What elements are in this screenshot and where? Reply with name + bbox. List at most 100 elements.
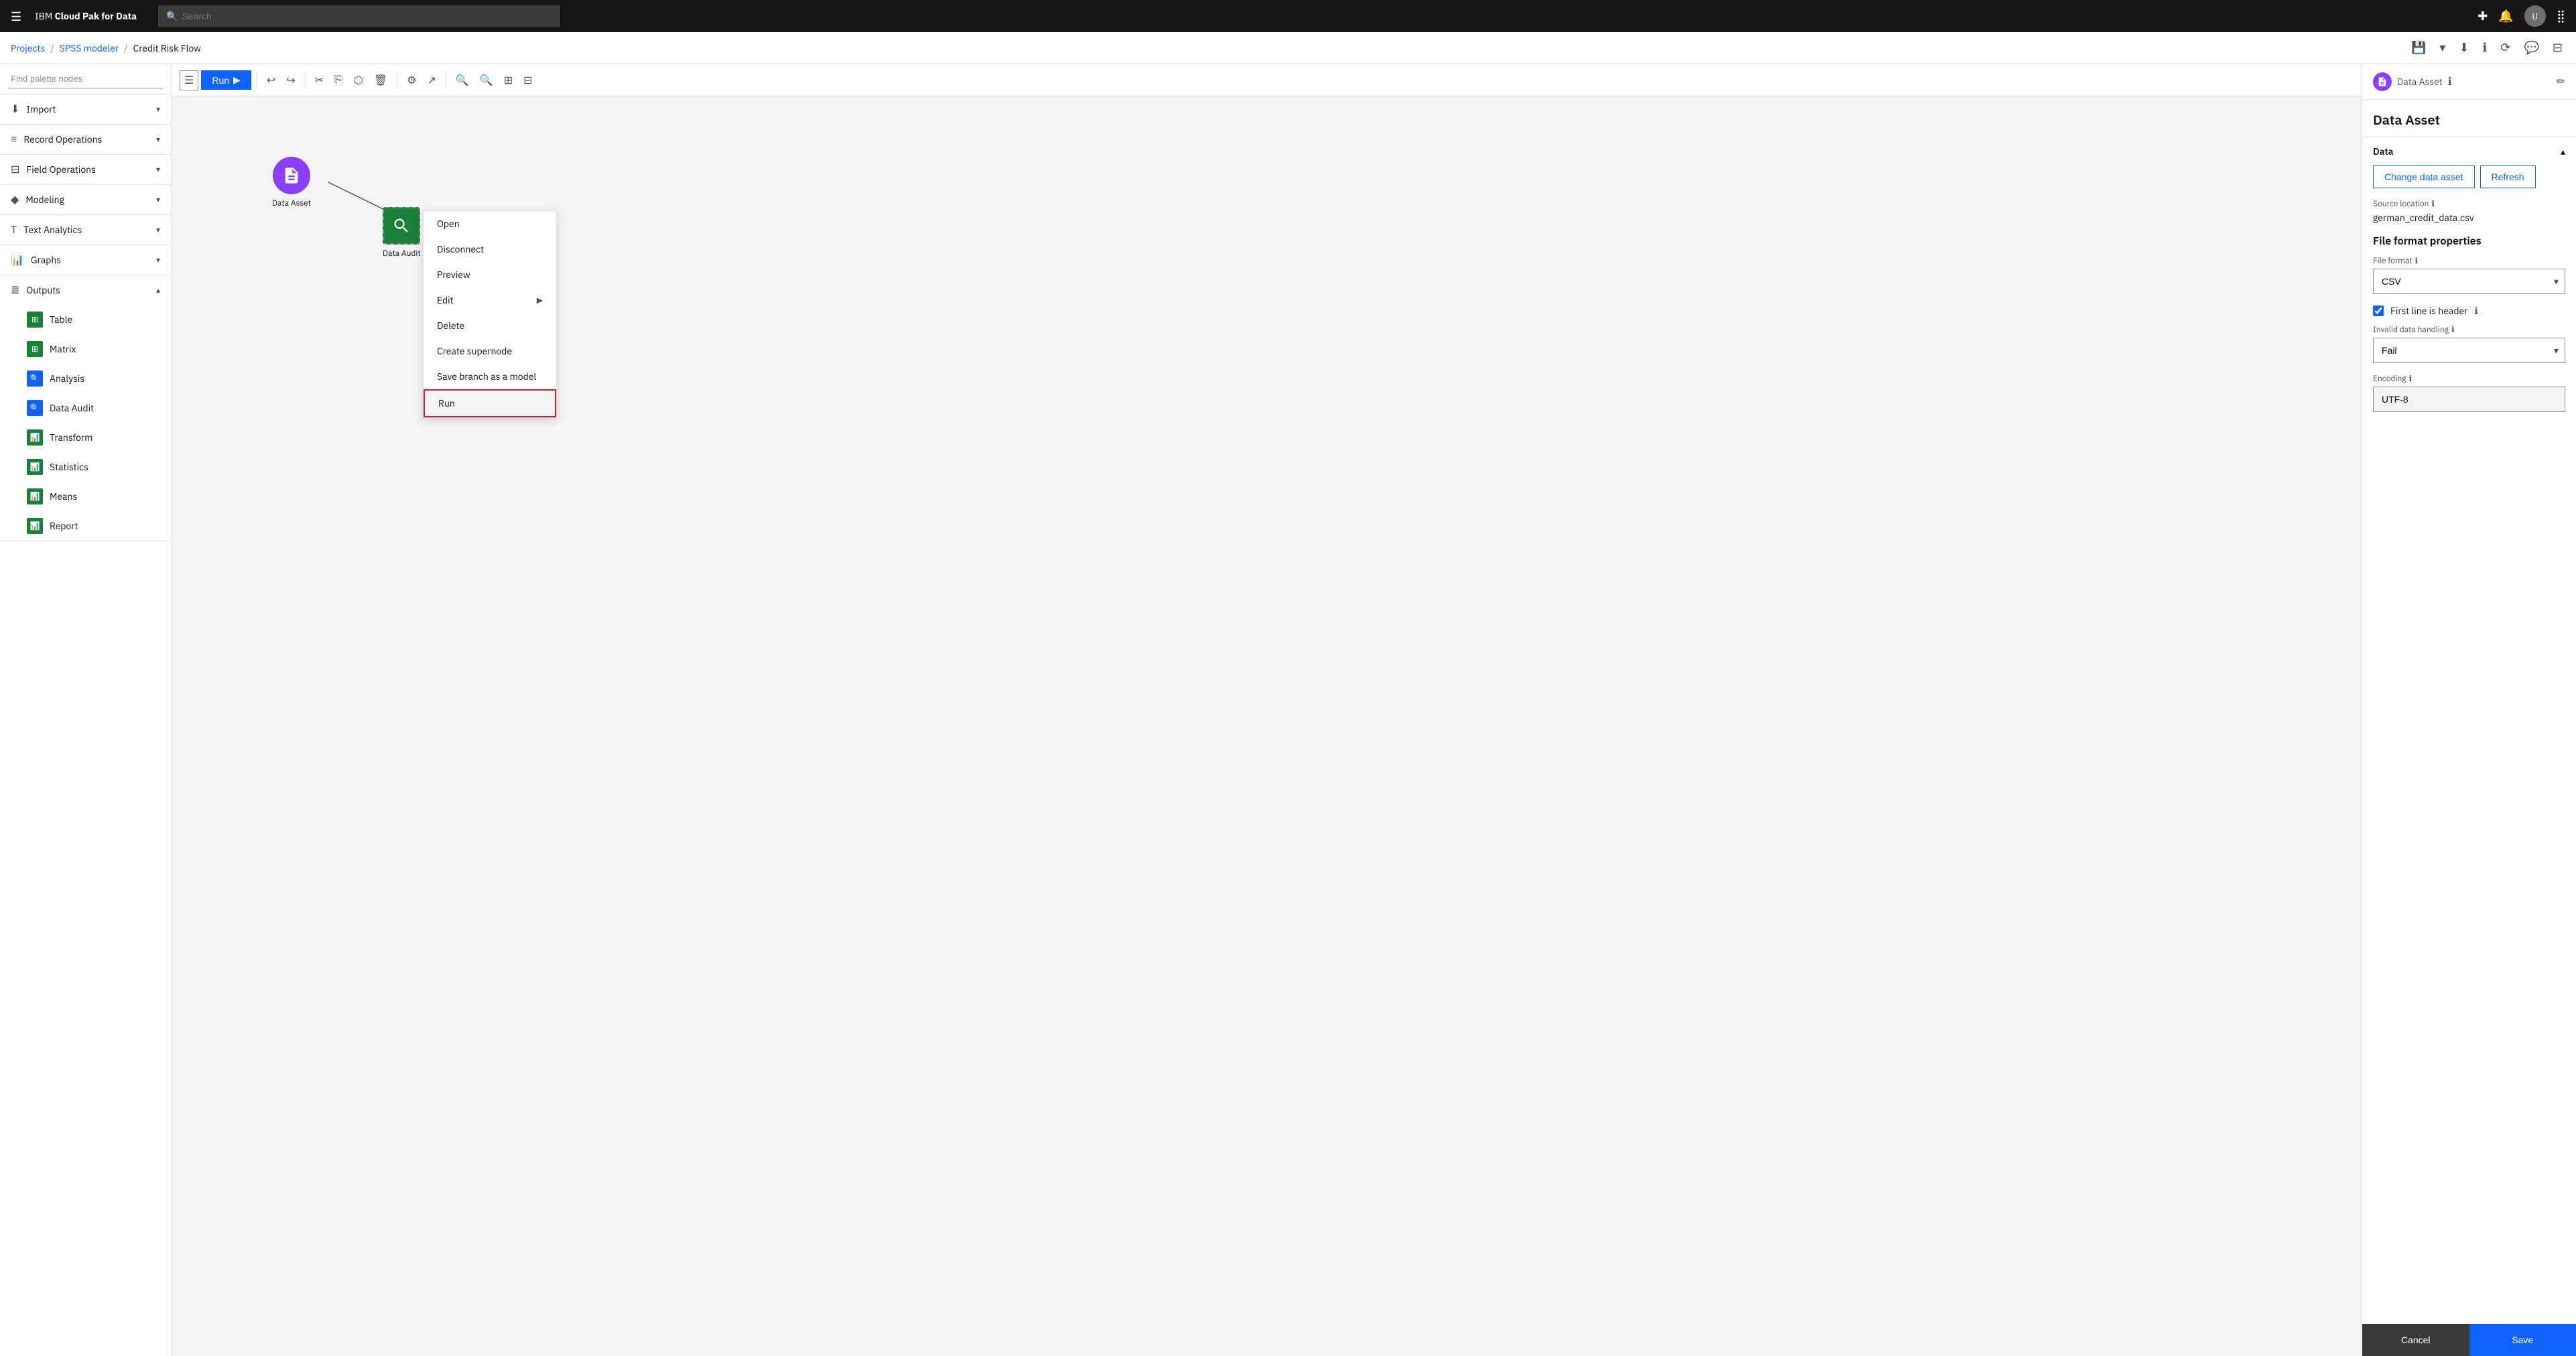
sidebar-section-outputs-header[interactable]: ≣ Outputs ▴	[0, 275, 171, 305]
sidebar-section-field-ops-label: Field Operations	[26, 163, 96, 176]
panel-footer: Cancel Save	[2362, 1324, 2576, 1356]
context-menu-edit[interactable]: Edit ▶	[424, 287, 556, 313]
data-audit-node-label: Data Audit	[383, 249, 421, 259]
refresh-button[interactable]: Refresh	[2480, 165, 2536, 188]
sidebar-section-import-header[interactable]: ⬇ Import ▾	[0, 94, 171, 124]
paste-button[interactable]: ⬡	[350, 70, 367, 91]
encoding-info-icon[interactable]: ℹ	[2409, 374, 2412, 384]
top-navigation: ☰ IBM Cloud Pak for Data 🔍 ✚ 🔔 U ⣿	[0, 0, 2576, 32]
context-menu-save-branch[interactable]: Save branch as a model	[424, 364, 556, 389]
canvas-node-data-audit[interactable]: Data Audit	[383, 207, 421, 259]
cut-button[interactable]: ✂	[311, 70, 328, 91]
panel-info-icon[interactable]: ℹ	[2448, 75, 2452, 88]
sidebar-section-modeling-header[interactable]: ◆ Modeling ▾	[0, 185, 171, 214]
save-button[interactable]: Save	[2469, 1324, 2576, 1356]
first-line-header-label: First line is header	[2390, 305, 2467, 317]
source-location-label: Source location ℹ	[2373, 199, 2565, 209]
context-menu-delete[interactable]: Delete	[424, 313, 556, 338]
panel-title-text: Data Asset	[2397, 76, 2443, 88]
download-icon[interactable]: ⬇	[2456, 38, 2471, 58]
change-data-asset-button[interactable]: Change data asset	[2373, 165, 2475, 188]
delete-button[interactable]: 🗑	[370, 70, 391, 91]
context-menu: Open Disconnect Preview Edit ▶ Delete Cr…	[423, 210, 557, 418]
add-icon[interactable]: ✚	[2477, 9, 2488, 23]
notification-icon[interactable]: 🔔	[2498, 9, 2513, 23]
copy-button[interactable]: ⎘	[330, 70, 347, 90]
sidebar-item-transform[interactable]: 📊 Transform	[0, 423, 171, 452]
hamburger-icon[interactable]: ☰	[11, 9, 21, 24]
breadcrumb-projects[interactable]: Projects	[11, 42, 45, 54]
context-menu-preview[interactable]: Preview	[424, 262, 556, 287]
search-input[interactable]	[182, 11, 553, 21]
breadcrumb-spss[interactable]: SPSS modeler	[60, 42, 119, 54]
sidebar-item-report[interactable]: 📊 Report	[0, 511, 171, 541]
first-line-header-checkbox[interactable]	[2373, 306, 2384, 316]
sidebar-item-analysis[interactable]: 🔍 Analysis	[0, 364, 171, 393]
file-format-select[interactable]: CSV TSV JSON Parquet	[2373, 269, 2565, 294]
sidebar-toggle-button[interactable]: ☰	[180, 70, 198, 90]
sidebar-item-table[interactable]: ⊞ Table	[0, 305, 171, 334]
save-version-icon[interactable]: 💾	[2408, 38, 2429, 58]
zoom-out-button[interactable]: 🔍	[476, 70, 497, 91]
sidebar-section-field-operations: ⊟ Field Operations ▾	[0, 155, 171, 185]
context-menu-open[interactable]: Open	[424, 211, 556, 236]
chevron-outputs-icon: ▴	[156, 285, 160, 295]
sidebar-item-data-audit[interactable]: 🔍 Data Audit	[0, 393, 171, 423]
panel-section-data-label: Data	[2373, 145, 2393, 157]
sidebar-item-statistics[interactable]: 📊 Statistics	[0, 452, 171, 482]
run-button[interactable]: Run ▶	[201, 70, 251, 90]
avatar[interactable]: U	[2524, 5, 2546, 27]
sidebar-item-matrix[interactable]: ⊞ Matrix	[0, 334, 171, 364]
cancel-button[interactable]: Cancel	[2362, 1324, 2469, 1356]
panel-main-title: Data Asset	[2373, 111, 2565, 129]
sidebar-section-text-analytics-label: Text Analytics	[23, 224, 82, 236]
chevron-graphs-icon: ▾	[156, 255, 160, 265]
first-line-header-info-icon[interactable]: ℹ	[2474, 305, 2477, 317]
zoom-in-button[interactable]: 🔍	[452, 70, 473, 91]
link-button[interactable]: ↗	[423, 70, 440, 91]
settings-button[interactable]: ⚙	[403, 70, 420, 91]
collapse-button[interactable]: ⊟	[519, 70, 536, 91]
sidebar-section-graphs-header[interactable]: 📊 Graphs ▾	[0, 245, 171, 275]
redo-button[interactable]: ↪	[282, 70, 299, 91]
sidebar-section-record-ops-header[interactable]: ≡ Record Operations ▾	[0, 125, 171, 154]
canvas-node-data-asset[interactable]: Data Asset	[272, 157, 311, 208]
compare-icon[interactable]: ⊟	[2550, 38, 2565, 58]
encoding-input[interactable]	[2373, 387, 2565, 412]
history-icon[interactable]: ⟳	[2498, 38, 2513, 58]
file-format-info-icon[interactable]: ℹ	[2414, 256, 2418, 266]
invalid-data-handling-info-icon[interactable]: ℹ	[2451, 325, 2455, 335]
context-menu-disconnect[interactable]: Disconnect	[424, 236, 556, 262]
matrix-item-icon: ⊞	[27, 341, 43, 357]
analysis-item-icon: 🔍	[27, 370, 43, 387]
text-analytics-icon: T	[11, 223, 17, 236]
report-item-icon: 📊	[27, 518, 43, 534]
panel-section-data-header[interactable]: Data ▴	[2362, 137, 2576, 165]
context-menu-create-supernode[interactable]: Create supernode	[424, 338, 556, 364]
panel-edit-icon[interactable]: ✏	[2557, 75, 2565, 88]
context-menu-create-supernode-label: Create supernode	[437, 345, 512, 357]
context-menu-run[interactable]: Run	[424, 389, 556, 417]
grid-icon[interactable]: ⣿	[2557, 9, 2565, 23]
chevron-down-icon[interactable]: ▾	[2437, 38, 2448, 58]
field-ops-icon: ⊟	[11, 163, 19, 176]
sidebar-section-field-ops-header[interactable]: ⊟ Field Operations ▾	[0, 155, 171, 184]
context-menu-edit-label: Edit	[437, 294, 454, 306]
modeling-icon: ◆	[11, 193, 19, 206]
undo-button[interactable]: ↩	[263, 70, 279, 91]
source-location-info-icon[interactable]: ℹ	[2431, 199, 2435, 209]
comment-icon[interactable]: 💬	[2521, 38, 2541, 58]
info-icon[interactable]: ℹ	[2480, 38, 2490, 58]
sidebar-item-means[interactable]: 📊 Means	[0, 482, 171, 511]
sidebar-section-import-label: Import	[26, 103, 56, 115]
fit-button[interactable]: ⊞	[500, 70, 517, 91]
data-audit-item-icon: 🔍	[27, 400, 43, 416]
invalid-data-handling-select[interactable]: Fail Skip Replace	[2373, 338, 2565, 363]
toolbar-divider-2	[305, 72, 306, 88]
source-location-field: Source location ℹ german_credit_data.csv	[2373, 199, 2565, 224]
submenu-arrow-icon: ▶	[537, 295, 543, 306]
sidebar-search-input[interactable]	[8, 70, 163, 88]
chevron-modeling-icon: ▾	[156, 195, 160, 205]
sidebar-section-text-analytics-header[interactable]: T Text Analytics ▾	[0, 215, 171, 245]
data-asset-node-icon	[273, 157, 310, 194]
